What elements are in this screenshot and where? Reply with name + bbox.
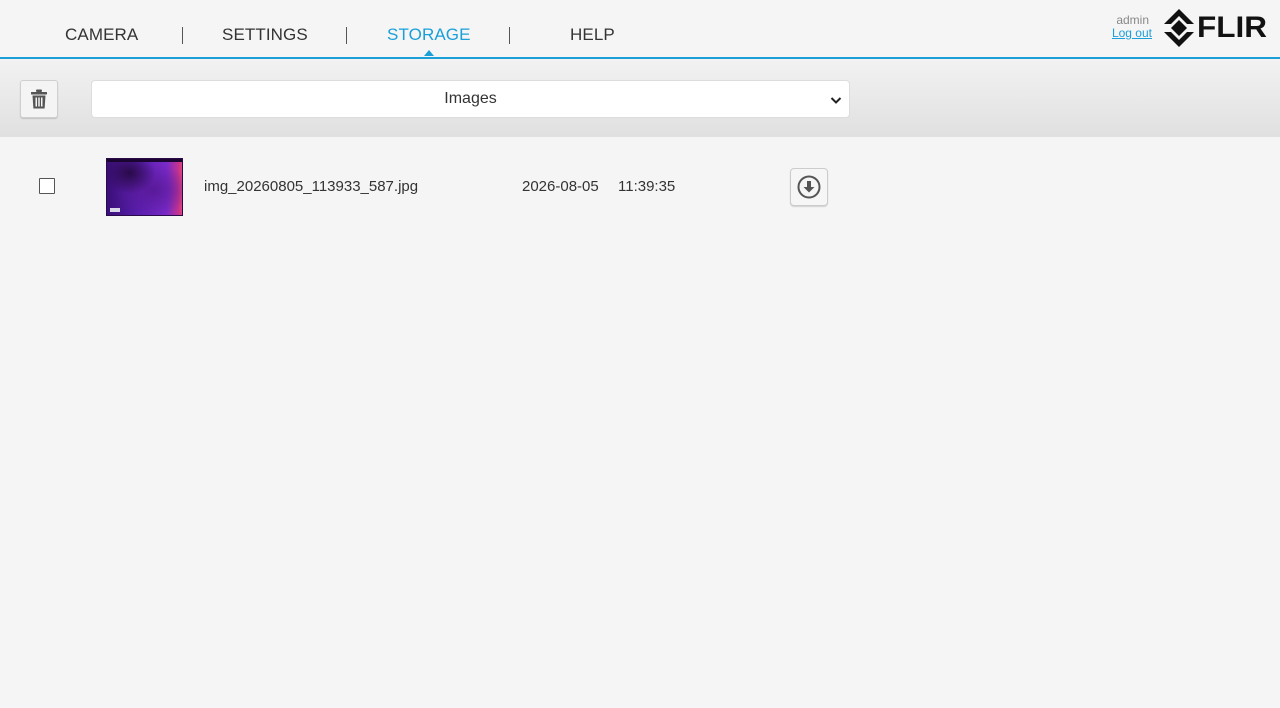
file-date: 2026-08-05 bbox=[522, 178, 599, 195]
file-row: img_20260805_113933_587.jpg 2026-08-05 1… bbox=[0, 152, 860, 222]
file-type-select[interactable]: Images bbox=[91, 80, 850, 118]
storage-toolbar: Images bbox=[0, 59, 1280, 137]
download-circle-icon bbox=[797, 175, 821, 199]
nav-separator bbox=[346, 27, 347, 44]
thumbnail-watermark bbox=[110, 208, 120, 212]
flir-logo-text: FLIR bbox=[1197, 11, 1267, 44]
nav-separator bbox=[509, 27, 510, 44]
flir-logo-icon bbox=[1164, 9, 1194, 47]
chevron-down-icon bbox=[830, 97, 842, 104]
trash-icon bbox=[31, 89, 47, 109]
nav-separator bbox=[182, 27, 183, 44]
download-button[interactable] bbox=[790, 168, 828, 206]
file-select-checkbox[interactable] bbox=[39, 178, 55, 194]
nav-tab-settings[interactable]: SETTINGS bbox=[222, 25, 308, 45]
file-type-select-value: Images bbox=[444, 90, 497, 107]
nav-tab-camera[interactable]: CAMERA bbox=[65, 25, 138, 45]
nav-tab-storage[interactable]: STORAGE bbox=[387, 25, 471, 56]
file-thumbnail[interactable] bbox=[106, 158, 183, 216]
file-time: 11:39:35 bbox=[618, 178, 676, 195]
logout-link[interactable]: Log out bbox=[1112, 26, 1152, 40]
nav-tab-help[interactable]: HELP bbox=[570, 25, 615, 45]
user-name: admin bbox=[1116, 13, 1149, 27]
top-nav-bar: CAMERA SETTINGS STORAGE HELP admin Log o… bbox=[0, 0, 1280, 59]
delete-button[interactable] bbox=[20, 80, 58, 118]
file-name: img_20260805_113933_587.jpg bbox=[204, 178, 419, 195]
thumbnail-header-bar bbox=[107, 159, 182, 162]
flir-logo: FLIR bbox=[1164, 8, 1274, 48]
